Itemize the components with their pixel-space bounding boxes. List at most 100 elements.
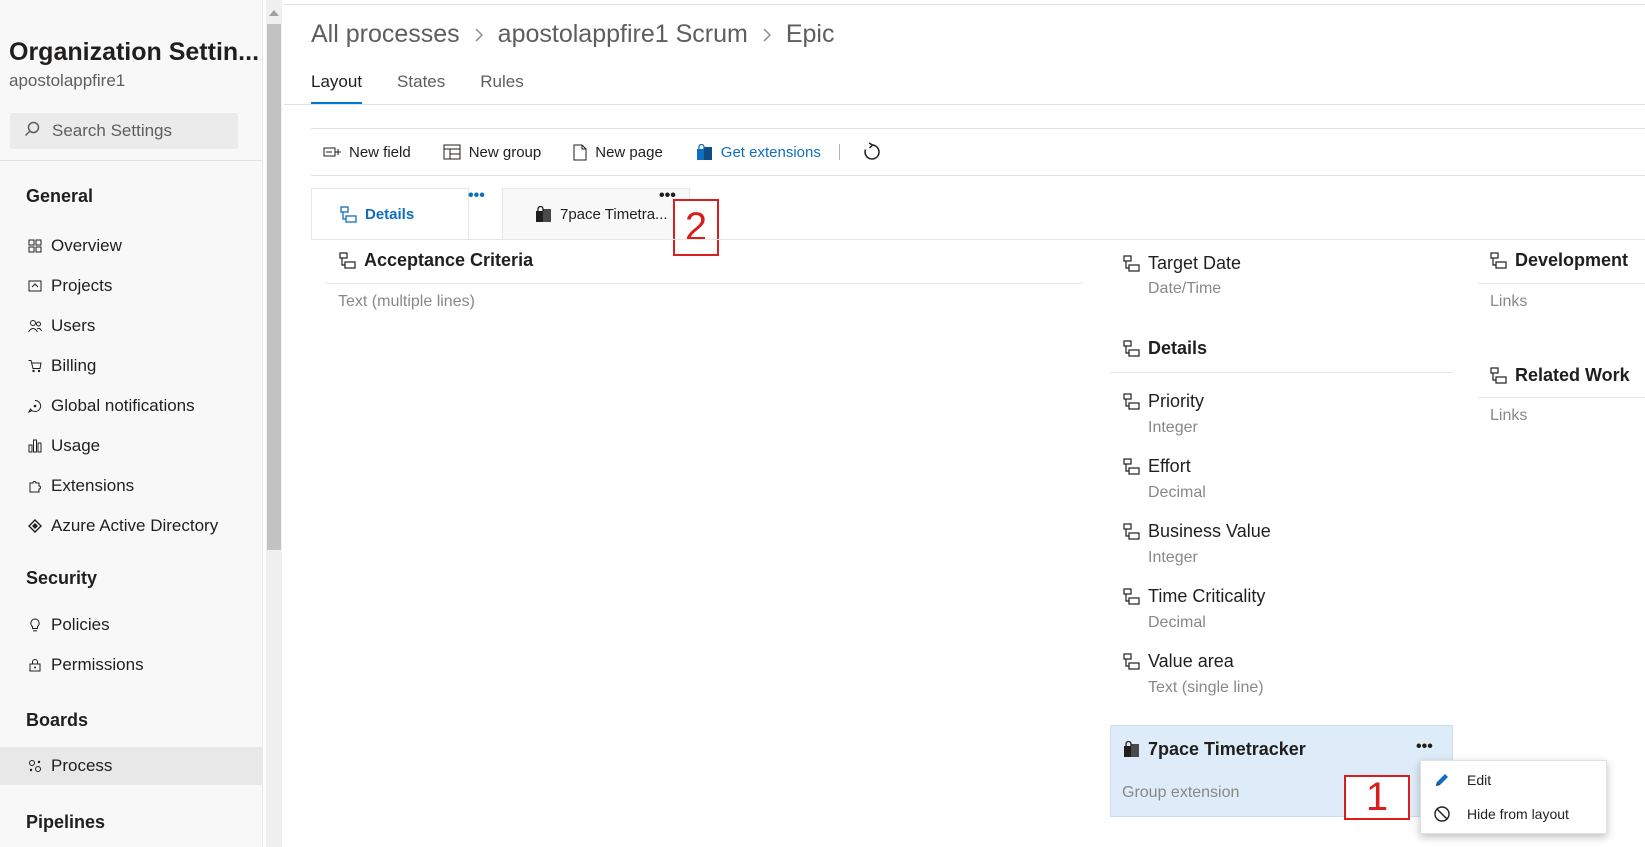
sidebar-item-label: Extensions: [51, 476, 135, 495]
breadcrumb-process[interactable]: apostolappfire1 Scrum: [498, 20, 748, 49]
field-name: Effort: [1148, 456, 1191, 476]
group-title: Related Work: [1515, 365, 1630, 385]
field-target-date[interactable]: Target Date: [1123, 253, 1241, 274]
context-menu: Edit Hide from layout: [1420, 760, 1607, 834]
sidebar-item-projects[interactable]: Projects: [0, 267, 262, 305]
field-effort[interactable]: Effort: [1123, 456, 1191, 477]
sidebar-item-global-notifications[interactable]: Global notifications: [0, 387, 262, 425]
refresh-button[interactable]: [862, 142, 890, 162]
field-business-value[interactable]: Business Value: [1123, 521, 1271, 542]
sidebar-item-label: Global notifications: [51, 396, 195, 415]
org-name: apostolappfire1: [9, 71, 126, 90]
sidebar-item-billing[interactable]: Billing: [0, 347, 262, 385]
tab-rules[interactable]: Rules: [480, 72, 523, 104]
sidebar-item-label: Permissions: [51, 655, 144, 674]
group-divider: [1110, 372, 1453, 373]
usage-icon: [28, 439, 42, 453]
notification-icon: [28, 399, 42, 413]
page-tab-label: 7pace Timetra...: [560, 206, 668, 223]
page-tab-details-more-icon[interactable]: •••: [468, 187, 485, 205]
group-icon: [339, 252, 356, 269]
group-icon: [1490, 252, 1507, 269]
extension-bag-icon: [535, 206, 552, 223]
field-icon: [1123, 588, 1140, 605]
org-title: Organization Settin...: [9, 38, 260, 66]
sidebar-item-label: Overview: [51, 236, 122, 255]
field-icon: [1123, 523, 1140, 540]
section-boards: Boards: [26, 710, 89, 730]
field-time-criticality[interactable]: Time Criticality: [1123, 586, 1265, 607]
field-name: Target Date: [1148, 253, 1242, 273]
group-divider: [325, 283, 1083, 284]
breadcrumb: All processes apostolappfire1 Scrum Epic: [311, 20, 834, 49]
tab-layout[interactable]: Layout: [311, 72, 363, 104]
sidebar-item-label: Azure Active Directory: [51, 516, 219, 535]
tab-states[interactable]: States: [397, 72, 445, 104]
group-icon: [340, 206, 357, 223]
field-type: Decimal: [1148, 484, 1206, 501]
extension-group-more-icon[interactable]: •••: [1416, 738, 1433, 756]
breadcrumb-all-processes[interactable]: All processes: [311, 20, 460, 49]
projects-icon: [28, 279, 42, 293]
search-icon: [24, 121, 40, 142]
new-group-button[interactable]: New group: [443, 144, 541, 161]
azure-ad-icon: [28, 519, 42, 533]
field-value-area[interactable]: Value area: [1123, 651, 1234, 672]
extensions-bag-icon: [695, 143, 713, 161]
breadcrumb-work-item-type: Epic: [785, 20, 835, 48]
search-box[interactable]: [10, 113, 238, 149]
search-input[interactable]: [52, 121, 222, 141]
group-related-work[interactable]: Related Work: [1490, 365, 1630, 386]
sidebar-item-policies[interactable]: Policies: [0, 606, 262, 644]
get-extensions-label: Get extensions: [720, 143, 821, 161]
page-icon: [573, 144, 587, 161]
group-icon: [1123, 340, 1140, 357]
puzzle-icon: [28, 479, 42, 493]
refresh-icon: [862, 142, 882, 162]
tabs-divider: [284, 104, 1645, 105]
field-type: Text (single line): [1148, 679, 1264, 696]
sidebar-item-label: Users: [51, 316, 96, 335]
sidebar-item-label: Usage: [51, 436, 101, 455]
group-divider: [1478, 283, 1645, 284]
menu-item-edit[interactable]: Edit: [1421, 763, 1606, 797]
group-icon: [1490, 367, 1507, 384]
field-type: Links: [1490, 293, 1528, 310]
sidebar-item-extensions[interactable]: Extensions: [0, 467, 262, 505]
field-icon: [1123, 653, 1140, 670]
new-page-button[interactable]: New page: [573, 144, 663, 161]
section-security: Security: [26, 568, 98, 588]
block-icon: [1431, 805, 1453, 823]
group-title: Details: [1148, 338, 1208, 358]
scroll-thumb[interactable]: [267, 24, 281, 550]
section-general: General: [26, 186, 94, 206]
field-type: Group extension: [1122, 784, 1240, 801]
scroll-up-arrow-icon[interactable]: [269, 10, 279, 16]
menu-item-hide-from-layout[interactable]: Hide from layout: [1421, 797, 1606, 831]
sidebar-item-users[interactable]: Users: [0, 307, 262, 345]
sidebar-scrollbar[interactable]: [266, 0, 282, 847]
sidebar-item-permissions[interactable]: Permissions: [0, 646, 262, 684]
sidebar-item-label: Policies: [51, 615, 110, 634]
sidebar-item-usage[interactable]: Usage: [0, 427, 262, 465]
overview-icon: [28, 239, 42, 253]
group-details[interactable]: Details: [1123, 338, 1207, 359]
lightbulb-icon: [28, 618, 42, 632]
group-acceptance-criteria[interactable]: Acceptance Criteria: [339, 250, 533, 271]
get-extensions-button[interactable]: Get extensions: [695, 143, 821, 161]
chevron-right-icon: [762, 27, 772, 43]
extension-group-title: 7pace Timetracker: [1123, 739, 1306, 760]
page-tab-details[interactable]: Details: [311, 188, 469, 240]
field-type: Integer: [1148, 549, 1198, 566]
field-type: Decimal: [1148, 614, 1206, 631]
sidebar-item-process[interactable]: Process: [0, 747, 262, 785]
new-field-button[interactable]: New field: [323, 144, 411, 161]
sidebar-item-overview[interactable]: Overview: [0, 227, 262, 265]
tab-bar: Layout States Rules: [311, 72, 559, 104]
group-development[interactable]: Development: [1490, 250, 1628, 271]
page-tab-label: Details: [365, 206, 415, 223]
sidebar-item-azure-ad[interactable]: Azure Active Directory: [0, 507, 262, 545]
field-icon: [1123, 458, 1140, 475]
field-priority[interactable]: Priority: [1123, 391, 1204, 412]
pencil-icon: [1431, 771, 1453, 789]
